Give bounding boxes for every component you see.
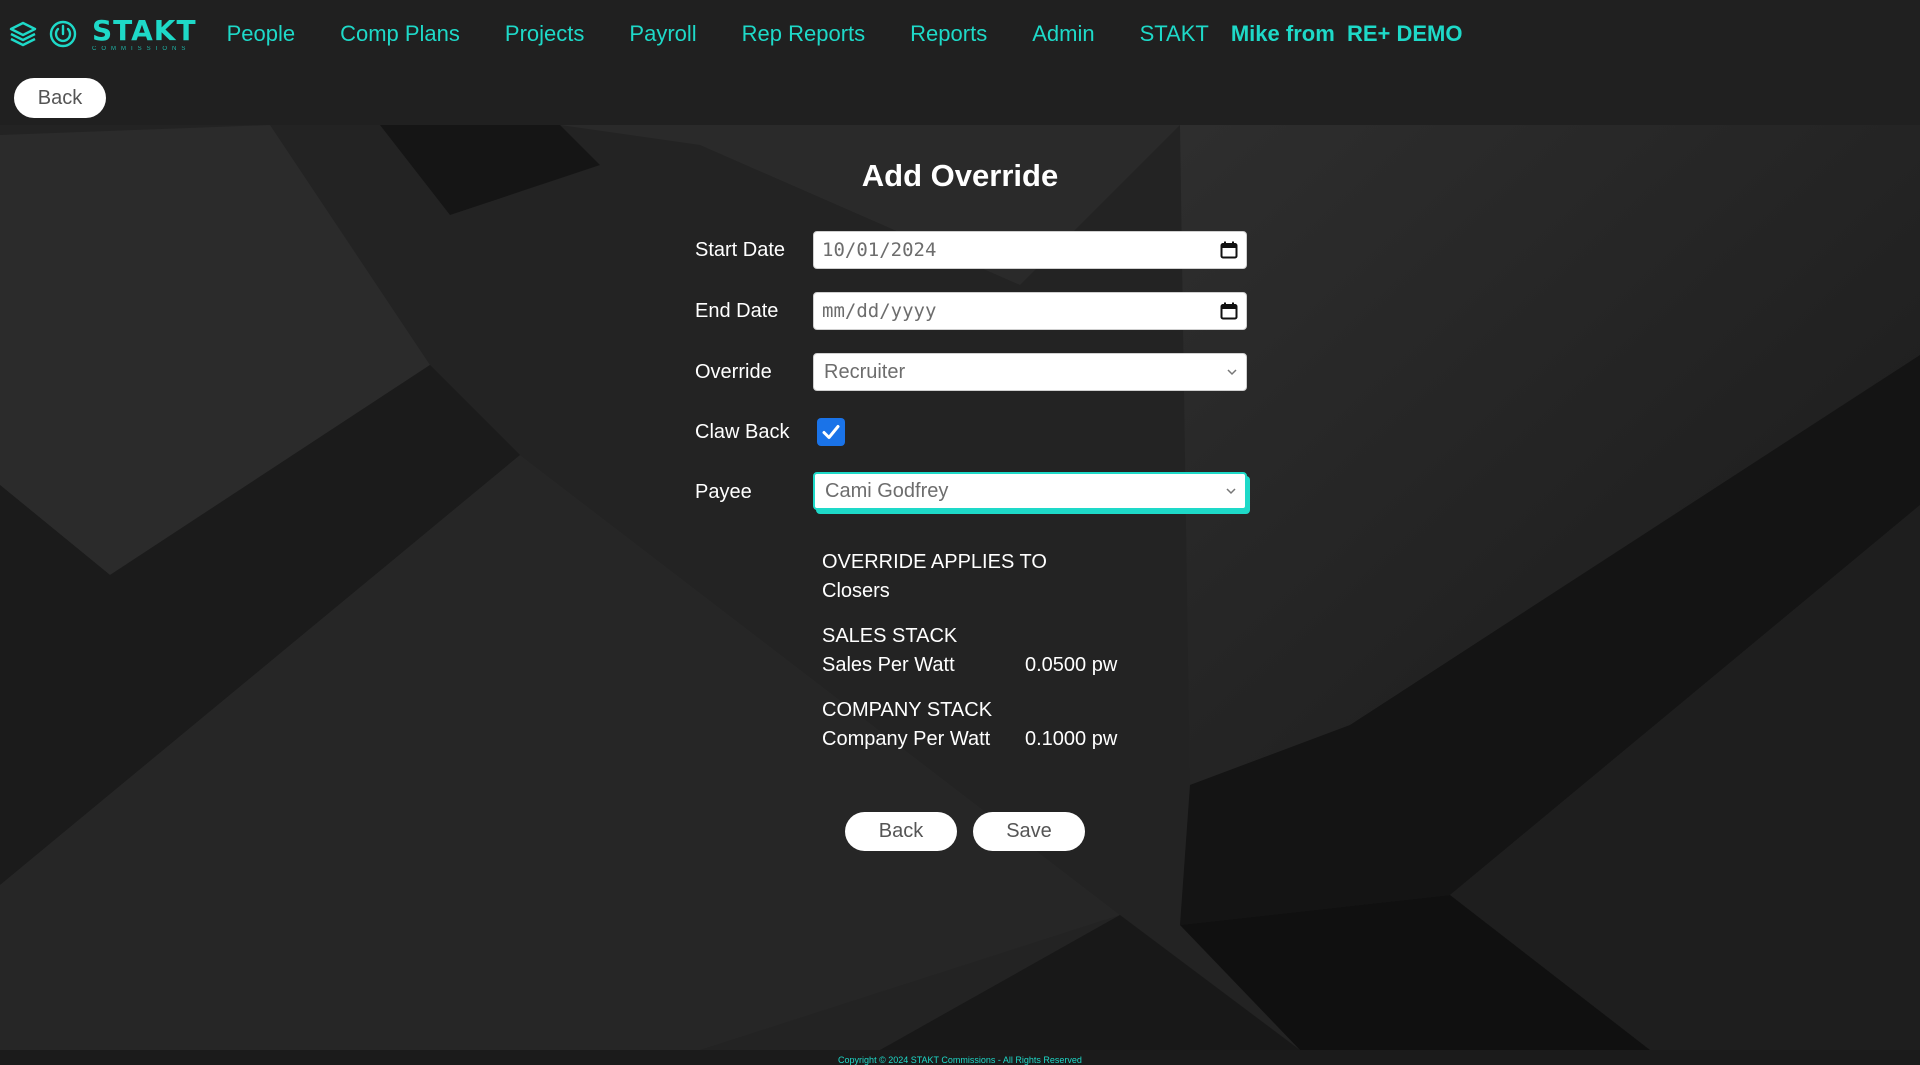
top-bar: STAKT COMMISSIONS People Comp Plans Proj… <box>0 0 1920 125</box>
payee-value: Cami Godfrey <box>825 479 949 502</box>
start-date-value: 10/01/2024 <box>822 239 937 261</box>
sales-stack-heading: SALES STACK <box>822 625 958 647</box>
copyright-text: Copyright © 2024 STAKT Commissions - All… <box>838 1055 1082 1065</box>
claw-back-label: Claw Back <box>695 421 790 443</box>
nav-rep-reports[interactable]: Rep Reports <box>742 21 866 47</box>
check-icon <box>822 425 840 439</box>
applies-heading: OVERRIDE APPLIES TO <box>822 551 1047 573</box>
brand-subtitle: COMMISSIONS <box>92 45 191 52</box>
start-date-label: Start Date <box>695 239 786 261</box>
chevron-down-icon <box>1225 485 1237 497</box>
end-date-label: End Date <box>695 300 779 322</box>
layers-icon[interactable] <box>8 19 38 49</box>
logo-group: STAKT COMMISSIONS <box>8 13 227 52</box>
override-select[interactable]: Recruiter <box>813 353 1247 391</box>
end-date-placeholder: mm/dd/yyyy <box>822 300 937 322</box>
claw-back-checkbox[interactable] <box>817 418 845 446</box>
top-back-button[interactable]: Back <box>14 78 106 118</box>
override-label: Override <box>695 361 772 383</box>
nav-reports[interactable]: Reports <box>910 21 987 47</box>
override-value: Recruiter <box>824 360 906 383</box>
chevron-down-icon <box>1226 366 1238 378</box>
nav-comp-plans[interactable]: Comp Plans <box>340 21 460 47</box>
sales-per-watt-value: 0.0500 pw <box>1025 654 1118 676</box>
company-stack-heading: COMPANY STACK <box>822 699 993 721</box>
brand-name: STAKT <box>92 13 197 47</box>
save-button[interactable]: Save <box>973 812 1085 851</box>
end-date-input[interactable]: mm/dd/yyyy <box>813 292 1247 330</box>
nav-projects[interactable]: Projects <box>505 21 584 47</box>
calendar-icon[interactable] <box>1220 302 1238 320</box>
company-per-watt-label: Company Per Watt <box>822 728 991 750</box>
company-per-watt-value: 0.1000 pw <box>1025 728 1118 750</box>
footer: Copyright © 2024 STAKT Commissions - All… <box>0 1050 1920 1065</box>
main-nav: STAKT COMMISSIONS People Comp Plans Proj… <box>0 0 1920 68</box>
payee-select[interactable]: Cami Godfrey <box>813 472 1247 510</box>
calendar-icon[interactable] <box>1220 241 1238 259</box>
back-button[interactable]: Back <box>845 812 957 851</box>
sales-per-watt-label: Sales Per Watt <box>822 654 955 676</box>
nav-admin[interactable]: Admin <box>1032 21 1094 47</box>
brand-logo[interactable]: STAKT COMMISSIONS <box>92 13 197 52</box>
nav-payroll[interactable]: Payroll <box>629 21 696 47</box>
nav-user[interactable]: Mike from RE+ DEMO <box>1231 21 1463 47</box>
applies-value: Closers <box>822 580 890 602</box>
nav-people[interactable]: People <box>227 21 296 47</box>
payee-label: Payee <box>695 481 752 503</box>
start-date-input[interactable]: 10/01/2024 <box>813 231 1247 269</box>
page-title: Add Override <box>861 158 1059 193</box>
power-icon[interactable] <box>48 19 78 49</box>
nav-stakt[interactable]: STAKT <box>1140 21 1209 47</box>
